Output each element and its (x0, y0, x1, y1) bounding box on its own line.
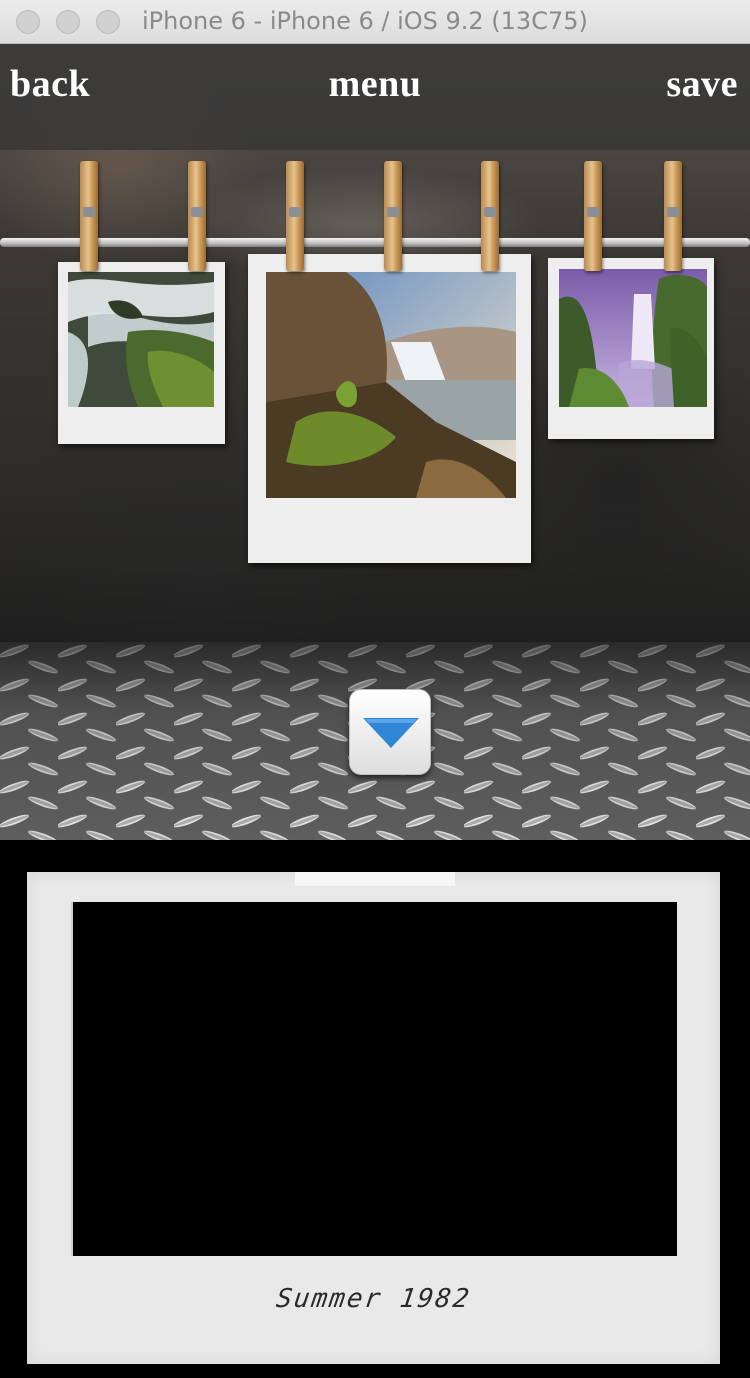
waterfall-photo-2 (266, 272, 516, 498)
clothespin (664, 161, 682, 271)
clothespin (286, 161, 304, 271)
clothespin (80, 161, 98, 271)
window-title: iPhone 6 - iPhone 6 / iOS 9.2 (13C75) (142, 7, 588, 35)
save-button[interactable]: save (666, 62, 738, 106)
window-titlebar: iPhone 6 - iPhone 6 / iOS 9.2 (13C75) (0, 0, 750, 44)
waterfall-photo-3 (559, 269, 707, 407)
photo-thumbnail-1[interactable] (58, 262, 225, 444)
photo-thumbnail-2[interactable] (248, 254, 531, 563)
back-button[interactable]: back (10, 62, 90, 106)
window-minimize-button[interactable] (56, 10, 80, 34)
clothespin (384, 161, 402, 271)
waterfall-photo-1 (68, 272, 214, 407)
window-zoom-button[interactable] (96, 10, 120, 34)
preview-polaroid: Summer 1982 (27, 872, 720, 1364)
photo-thumbnail-3[interactable] (548, 258, 714, 439)
clothespin (481, 161, 499, 271)
window-close-button[interactable] (16, 10, 40, 34)
clothespin (584, 161, 602, 271)
gallery-scene: menu back save (0, 44, 750, 840)
clothespin (188, 161, 206, 271)
triangle-down-icon (363, 718, 419, 748)
menu-button[interactable]: menu (0, 62, 750, 106)
toggle-preview-button[interactable] (349, 689, 431, 775)
polaroid-caption: Summer 1982 (274, 1284, 473, 1314)
navigation-bar: menu back save (0, 44, 750, 150)
preview-image-area[interactable] (71, 902, 677, 1256)
clothesline-rope (0, 238, 750, 247)
